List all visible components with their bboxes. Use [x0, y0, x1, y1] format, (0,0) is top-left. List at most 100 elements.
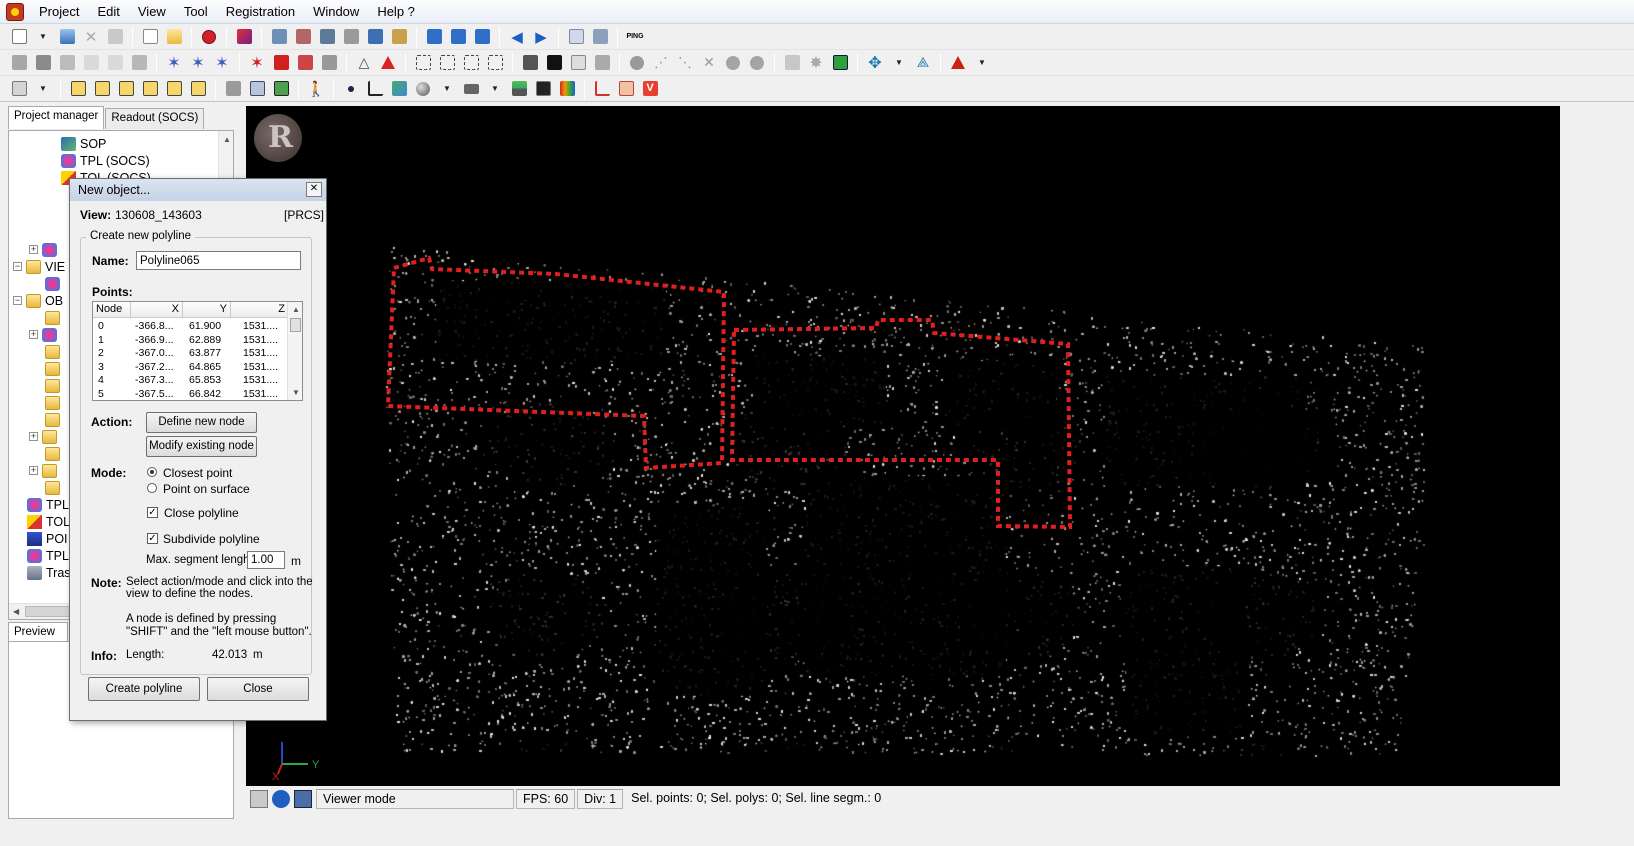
dropdown-arrow-icon[interactable]: ▼ [32, 26, 54, 48]
tree-item-views[interactable]: − VIE [13, 258, 65, 275]
plot-icon[interactable] [364, 78, 386, 100]
cube-view-icon-2[interactable] [91, 78, 113, 100]
column-header-y[interactable]: Y [183, 302, 231, 318]
tree-item-tpl-socs[interactable]: TPL (SOCS) [61, 152, 150, 169]
close-icon[interactable]: ✕ [306, 182, 322, 197]
scroll-up-icon[interactable]: ▲ [223, 135, 231, 144]
layout-1-icon[interactable] [423, 26, 445, 48]
tree-item-folder[interactable]: + [29, 462, 61, 479]
dropdown-arrow-icon-3[interactable]: ▼ [971, 52, 993, 74]
tree-item-folder[interactable] [45, 445, 64, 462]
cube-view-icon-6[interactable] [187, 78, 209, 100]
box-select-icon-1[interactable] [412, 52, 434, 74]
collapse-icon[interactable]: − [13, 262, 22, 271]
info-icon[interactable] [626, 52, 648, 74]
walk-icon[interactable]: 🚶 [305, 78, 327, 100]
box-select-icon-4[interactable] [484, 52, 506, 74]
layers-icon[interactable] [508, 78, 530, 100]
view-settings-icon[interactable] [8, 78, 30, 100]
select-icon-5[interactable] [104, 52, 126, 74]
info-icon[interactable] [272, 790, 290, 808]
select-icon-1[interactable] [8, 52, 30, 74]
table-row[interactable]: 2 -367.0... 63.877 1531.... [93, 347, 289, 361]
tree-item-folder[interactable] [45, 360, 64, 377]
scroll-thumb[interactable] [290, 318, 301, 332]
dropdown-arrow-icon-2[interactable]: ▼ [888, 52, 910, 74]
point-cloud-viewer[interactable]: Y X [246, 106, 1560, 786]
tree-item-folder[interactable]: + [29, 428, 61, 445]
red-tool-icon[interactable] [294, 52, 316, 74]
trash-icon[interactable] [591, 52, 613, 74]
color-bar-icon[interactable] [556, 78, 578, 100]
copy-icon[interactable] [139, 26, 161, 48]
collapse-icon[interactable]: − [13, 296, 22, 305]
delete-icon[interactable]: ✕ [80, 26, 102, 48]
tree-item-folder[interactable] [45, 479, 64, 496]
tree-item-objects[interactable]: − OB [13, 292, 63, 309]
eraser-icon[interactable] [104, 26, 126, 48]
folder-icon[interactable] [163, 26, 185, 48]
dropdown-arrow-icon-6[interactable]: ▼ [484, 78, 506, 100]
closest-point-radio[interactable] [147, 467, 157, 477]
select-icon-2[interactable] [32, 52, 54, 74]
point-icon[interactable] [340, 78, 362, 100]
column-header-x[interactable]: X [131, 302, 183, 318]
table-row[interactable]: 5 -367.5... 66.842 1531.... [93, 388, 289, 400]
scroll-left-icon[interactable]: ◀ [13, 607, 19, 616]
table-row[interactable]: 3 -367.2... 64.865 1531.... [93, 361, 289, 375]
line-icon[interactable]: ⋱ [674, 52, 696, 74]
note-icon[interactable] [567, 52, 589, 74]
tree-item-folder[interactable] [45, 411, 64, 428]
close-button[interactable]: Close [207, 677, 309, 701]
scan-icon-1[interactable] [268, 26, 290, 48]
layout-2-icon[interactable] [447, 26, 469, 48]
graph-icon[interactable] [591, 78, 613, 100]
grey-tool-icon[interactable] [318, 52, 340, 74]
point-on-surface-radio[interactable] [147, 483, 157, 493]
scan-icon-3[interactable] [316, 26, 338, 48]
red-star-icon[interactable]: ✶ [246, 52, 268, 74]
tree-item-folder[interactable]: + [29, 326, 61, 343]
axes-icon[interactable]: ⟁ [912, 52, 934, 74]
box-select-icon-2[interactable] [436, 52, 458, 74]
settings-icon[interactable] [250, 790, 268, 808]
table-row[interactable]: 1 -366.9... 62.889 1531.... [93, 334, 289, 348]
triangle-red-icon[interactable] [377, 52, 399, 74]
registration-icon[interactable]: ✥ [864, 52, 886, 74]
menu-help[interactable]: Help ? [368, 0, 424, 24]
explode-icon[interactable]: ✸ [805, 52, 827, 74]
menu-window[interactable]: Window [304, 0, 368, 24]
dialog-title-bar[interactable]: New object... ✕ [70, 179, 326, 201]
tree-item-scanpos[interactable]: + [29, 241, 61, 258]
blob-icon-1[interactable] [722, 52, 744, 74]
expand-icon[interactable]: + [29, 245, 38, 254]
scan-icon-5[interactable] [364, 26, 386, 48]
tree-item-folder[interactable] [45, 377, 64, 394]
network-icon[interactable]: ⋰ [650, 52, 672, 74]
cube-view-icon-3[interactable] [115, 78, 137, 100]
stop-icon[interactable] [198, 26, 220, 48]
tab-project-manager[interactable]: Project manager [8, 106, 105, 129]
image-icon[interactable] [532, 78, 554, 100]
v-icon[interactable]: V [639, 78, 661, 100]
camera-icon[interactable] [222, 78, 244, 100]
expand-icon[interactable]: + [29, 466, 38, 475]
chart-icon[interactable] [615, 78, 637, 100]
tree-item-folder[interactable] [45, 343, 64, 360]
points-scrollbar[interactable]: ▲ ▼ [287, 302, 302, 400]
warning-icon[interactable] [947, 52, 969, 74]
define-node-button[interactable]: Define new node [146, 412, 257, 433]
star-select-icon-1[interactable]: ✶ [163, 52, 185, 74]
filter-icon[interactable] [781, 52, 803, 74]
tree-item-tol[interactable]: TOL [27, 513, 70, 530]
tree-item-folder[interactable] [45, 394, 64, 411]
new-project-icon[interactable] [8, 26, 30, 48]
book-icon[interactable] [233, 26, 255, 48]
menu-registration[interactable]: Registration [217, 0, 304, 24]
subdivide-label[interactable]: Subdivide polyline [163, 532, 260, 546]
close-polyline-checkbox[interactable]: ✓ [147, 507, 158, 518]
scanner-settings-icon[interactable] [589, 26, 611, 48]
select-icon-3[interactable] [56, 52, 78, 74]
dropdown-arrow-icon-4[interactable]: ▼ [32, 78, 54, 100]
rectangle-icon[interactable] [460, 78, 482, 100]
